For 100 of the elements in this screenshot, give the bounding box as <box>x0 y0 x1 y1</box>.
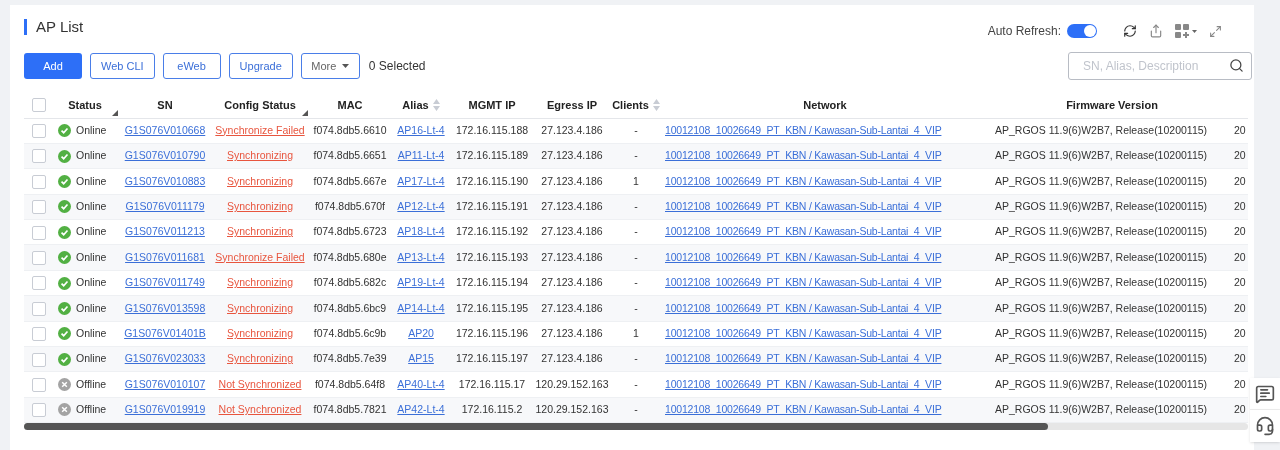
checkbox[interactable] <box>32 225 46 240</box>
alias-link[interactable]: AP16-Lt-4 <box>397 123 445 136</box>
serial-link[interactable]: G1S076V010883 <box>124 174 206 187</box>
network-link[interactable]: 10012108_10026649_PT_KBN / Kawasan-Sub-Lantai_4_VIP <box>665 352 942 365</box>
serial-link[interactable]: G1S076V011749 <box>125 276 205 289</box>
config-status-link[interactable]: Synchronizing <box>227 225 293 238</box>
table-cell: 27.123.4.186 <box>541 250 603 263</box>
table-cell: - <box>634 377 638 390</box>
export-icon[interactable] <box>1149 24 1163 38</box>
alias-link[interactable]: AP19-Lt-4 <box>397 276 445 289</box>
checkbox[interactable] <box>32 377 46 392</box>
config-status-link[interactable]: Synchronize Failed <box>215 250 305 263</box>
chat-button[interactable] <box>1250 378 1280 410</box>
network-link[interactable]: 10012108_10026649_PT_KBN / Kawasan-Sub-Lantai_4_VIP <box>665 123 942 136</box>
horizontal-scrollbar[interactable] <box>24 423 1248 431</box>
alias-link[interactable]: AP11-Lt-4 <box>397 149 445 162</box>
serial-link[interactable]: G1S076V011213 <box>125 225 205 238</box>
alias-link[interactable]: AP15 <box>408 352 434 365</box>
checkbox[interactable] <box>32 98 46 113</box>
refresh-icon[interactable] <box>1123 24 1137 38</box>
config-status-link[interactable]: Synchronizing <box>227 200 293 212</box>
table-cell: AP_RGOS 11.9(6)W2B7, Release(10200115) <box>995 250 1208 263</box>
table-cell: f074.8db5.7e39 <box>313 352 387 365</box>
network-link[interactable]: 10012108_10026649_PT_KBN / Kawasan-Sub-Lantai_4_VIP <box>665 403 942 416</box>
config-status-link[interactable]: Synchronizing <box>227 326 293 339</box>
config-status-link[interactable]: Synchronizing <box>227 276 293 289</box>
alias-link[interactable]: AP20 <box>408 326 434 339</box>
toolbar-button[interactable]: Web CLI <box>90 53 155 79</box>
table-cell: f074.8db5.682c <box>313 276 387 289</box>
network-link[interactable]: 10012108_10026649_PT_KBN / Kawasan-Sub-Lantai_4_VIP <box>665 276 942 289</box>
table-cell: AP_RGOS 11.9(6)W2B7, Release(10200115) <box>995 326 1208 339</box>
network-link[interactable]: 10012108_10026649_PT_KBN / Kawasan-Sub-Lantai_4_VIP <box>665 200 942 212</box>
search-icon[interactable] <box>1229 58 1244 73</box>
table-cell: 120.29.152.163 <box>535 377 609 390</box>
serial-link[interactable]: G1S076V01401B <box>124 326 206 339</box>
column-header: Config Status <box>224 97 296 113</box>
support-button[interactable] <box>1250 410 1280 442</box>
table-cell: 20 <box>1234 352 1246 365</box>
checkbox[interactable] <box>32 149 46 164</box>
table-cell: 172.16.115.190 <box>455 174 529 187</box>
serial-link[interactable]: G1S076V010107 <box>124 377 206 390</box>
checkbox[interactable] <box>32 301 46 316</box>
add-button[interactable]: Add <box>24 53 82 79</box>
network-link[interactable]: 10012108_10026649_PT_KBN / Kawasan-Sub-Lantai_4_VIP <box>665 250 942 263</box>
network-link[interactable]: 10012108_10026649_PT_KBN / Kawasan-Sub-Lantai_4_VIP <box>665 301 942 314</box>
serial-link[interactable]: G1S076V013598 <box>124 301 206 314</box>
config-status-link[interactable]: Synchronizing <box>227 301 293 314</box>
search-field[interactable]: SN, Alias, Description <box>1068 52 1252 80</box>
table-cell: AP_RGOS 11.9(6)W2B7, Release(10200115) <box>995 301 1208 314</box>
checkbox[interactable] <box>32 327 46 342</box>
filter-corner-icon[interactable] <box>302 109 308 116</box>
fullscreen-icon[interactable] <box>1209 24 1222 38</box>
network-link[interactable]: 10012108_10026649_PT_KBN / Kawasan-Sub-Lantai_4_VIP <box>665 225 942 238</box>
network-link[interactable]: 10012108_10026649_PT_KBN / Kawasan-Sub-Lantai_4_VIP <box>665 149 942 162</box>
checkbox[interactable] <box>32 124 46 139</box>
alias-link[interactable]: AP13-Lt-4 <box>397 250 445 263</box>
network-link[interactable]: 10012108_10026649_PT_KBN / Kawasan-Sub-Lantai_4_VIP <box>665 174 942 187</box>
serial-link[interactable]: G1S076V019919 <box>124 403 206 416</box>
filter-corner-icon[interactable] <box>112 109 118 116</box>
add-widget-icon[interactable] <box>1175 24 1197 38</box>
checkbox[interactable] <box>32 174 46 189</box>
config-status-link[interactable]: Synchronize Failed <box>215 123 305 136</box>
sort-icon[interactable] <box>652 98 660 111</box>
config-status-link[interactable]: Not Synchronized <box>218 377 302 390</box>
column-header: SN <box>157 97 173 113</box>
status-text: Online <box>76 351 107 367</box>
sort-icon[interactable] <box>432 98 440 111</box>
checkbox[interactable] <box>32 403 46 418</box>
config-status-link[interactable]: Synchronizing <box>227 149 293 162</box>
serial-link[interactable]: G1S076V011179 <box>125 200 205 212</box>
config-status-link[interactable]: Not Synchronized <box>218 403 302 416</box>
column-header: Network <box>803 97 847 113</box>
serial-link[interactable]: G1S076V023033 <box>124 352 206 365</box>
alias-link[interactable]: AP40-Lt-4 <box>397 377 445 390</box>
toolbar-button[interactable]: Upgrade <box>228 53 293 79</box>
network-link[interactable]: 10012108_10026649_PT_KBN / Kawasan-Sub-Lantai_4_VIP <box>665 377 942 390</box>
column-header: Status <box>68 97 102 113</box>
serial-link[interactable]: G1S076V010668 <box>124 123 206 136</box>
network-link[interactable]: 10012108_10026649_PT_KBN / Kawasan-Sub-Lantai_4_VIP <box>665 326 942 339</box>
table-cell: 1 <box>633 174 639 187</box>
checkbox[interactable] <box>32 276 46 291</box>
checkbox[interactable] <box>32 352 46 367</box>
serial-link[interactable]: G1S076V010790 <box>124 149 206 162</box>
checkbox[interactable] <box>32 200 46 215</box>
table-cell: 172.16.115.193 <box>455 250 529 263</box>
alias-link[interactable]: AP14-Lt-4 <box>397 301 445 314</box>
table-cell: - <box>634 250 638 263</box>
table-cell: 172.16.115.194 <box>455 276 529 289</box>
alias-link[interactable]: AP42-Lt-4 <box>397 403 445 416</box>
checkbox[interactable] <box>32 251 46 265</box>
more-dropdown[interactable]: More <box>300 53 360 79</box>
alias-link[interactable]: AP17-Lt-4 <box>397 174 445 187</box>
auto-refresh-toggle[interactable] <box>1067 24 1097 38</box>
alias-link[interactable]: AP12-Lt-4 <box>397 200 445 212</box>
table-cell: - <box>634 352 638 365</box>
toolbar-button[interactable]: eWeb <box>162 53 221 79</box>
config-status-link[interactable]: Synchronizing <box>227 174 293 187</box>
config-status-link[interactable]: Synchronizing <box>227 352 293 365</box>
alias-link[interactable]: AP18-Lt-4 <box>397 225 445 238</box>
serial-link[interactable]: G1S076V011681 <box>125 250 205 263</box>
